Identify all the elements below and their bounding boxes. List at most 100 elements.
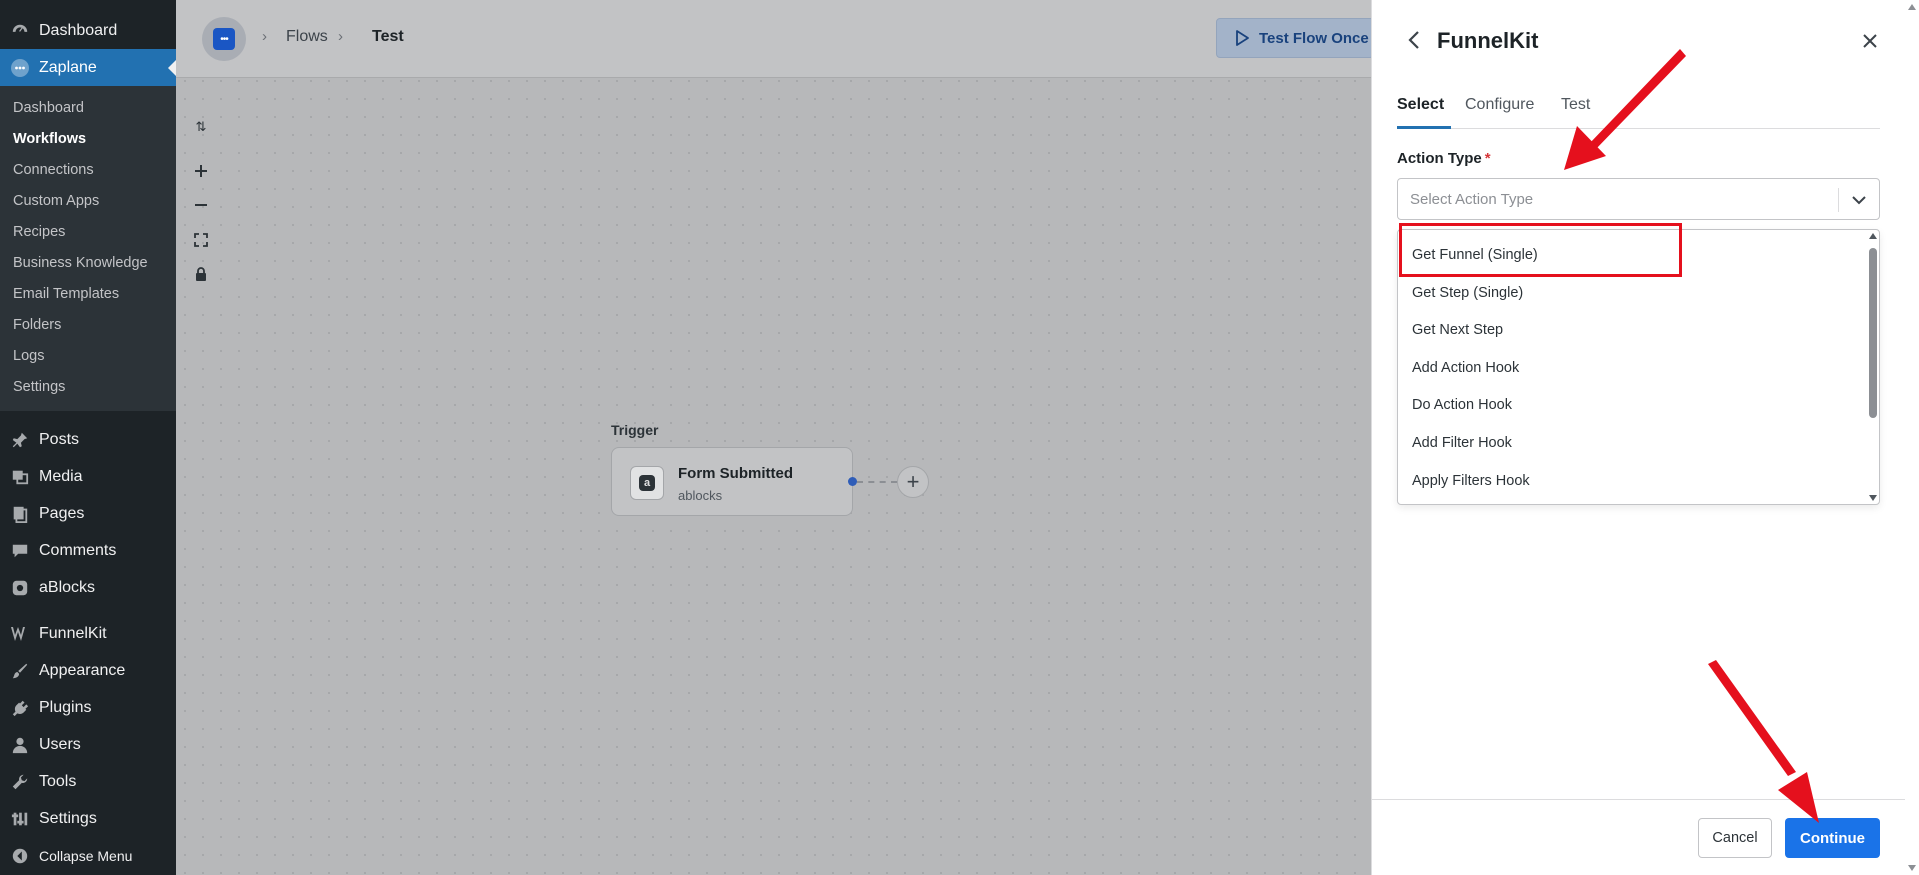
submenu-workflows[interactable]: Workflows bbox=[0, 124, 176, 155]
sidebar-item-label: Appearance bbox=[39, 661, 126, 679]
tab-configure[interactable]: Configure bbox=[1465, 96, 1534, 114]
option-apply-filters-hook[interactable]: Apply Filters Hook bbox=[1412, 473, 1530, 489]
app-logo[interactable]: ••• bbox=[202, 17, 246, 61]
breadcrumb-flows[interactable]: Flows bbox=[286, 28, 328, 46]
submenu-business-knowledge[interactable]: Business Knowledge bbox=[0, 248, 176, 279]
action-type-select[interactable]: Select Action Type bbox=[1397, 178, 1880, 220]
lock-icon[interactable] bbox=[190, 263, 212, 285]
sidebar-item-media[interactable]: Media bbox=[0, 458, 176, 495]
zaplane-logo-icon: ••• bbox=[213, 28, 235, 50]
annotation-highlight-box bbox=[1399, 223, 1682, 277]
pages-icon bbox=[9, 503, 31, 525]
scrollbar-thumb[interactable] bbox=[1869, 248, 1877, 418]
footer-divider bbox=[1372, 799, 1905, 800]
action-type-label: Action Type * bbox=[1397, 150, 1491, 167]
option-do-action-hook[interactable]: Do Action Hook bbox=[1412, 397, 1512, 413]
sidebar-item-pages[interactable]: Pages bbox=[0, 495, 176, 532]
sidebar-item-label: Plugins bbox=[39, 698, 92, 716]
sidebar-item-users[interactable]: Users bbox=[0, 726, 176, 763]
media-icon bbox=[9, 466, 31, 488]
scroll-down-arrow-icon[interactable] bbox=[1869, 495, 1877, 501]
sidebar-item-appearance[interactable]: Appearance bbox=[0, 652, 176, 689]
submenu-custom-apps[interactable]: Custom Apps bbox=[0, 186, 176, 217]
node-output-port[interactable] bbox=[848, 477, 857, 486]
action-type-placeholder: Select Action Type bbox=[1410, 191, 1534, 208]
zaplane-submenu: Dashboard Workflows Connections Custom A… bbox=[0, 86, 176, 411]
chevron-right-icon: › bbox=[338, 28, 343, 45]
drawer-tabs: Select Configure Test bbox=[1397, 90, 1880, 129]
sidebar-item-label: aBlocks bbox=[39, 578, 96, 596]
dropdown-scrollbar[interactable] bbox=[1867, 230, 1879, 504]
page-scrollbar[interactable] bbox=[1907, 0, 1919, 875]
submenu-folders[interactable]: Folders bbox=[0, 310, 176, 341]
test-flow-once-label: Test Flow Once bbox=[1259, 29, 1369, 47]
ablocks-icon bbox=[9, 577, 31, 599]
option-get-step-single[interactable]: Get Step (Single) bbox=[1412, 285, 1523, 301]
sidebar-item-comments[interactable]: Comments bbox=[0, 532, 176, 569]
zoom-in-icon[interactable] bbox=[190, 160, 212, 182]
option-get-next-step[interactable]: Get Next Step bbox=[1412, 322, 1503, 338]
add-step-button[interactable]: + bbox=[897, 466, 929, 498]
sort-icon[interactable]: ⇅ bbox=[190, 116, 212, 138]
chevron-down-icon[interactable] bbox=[1847, 188, 1871, 212]
back-arrow-icon[interactable] bbox=[1402, 28, 1426, 52]
node-title: Form Submitted bbox=[678, 465, 793, 482]
sidebar-item-label: Pages bbox=[39, 504, 85, 522]
required-marker: * bbox=[1484, 150, 1491, 167]
wrench-icon bbox=[9, 771, 31, 793]
continue-button[interactable]: Continue bbox=[1785, 818, 1880, 858]
flow-topbar: ••• › Flows › Test Test Flow Once bbox=[176, 0, 1374, 78]
sidebar-item-label: Collapse Menu bbox=[39, 847, 133, 864]
sidebar-item-ablocks[interactable]: aBlocks bbox=[0, 569, 176, 606]
sidebar-item-tools[interactable]: Tools bbox=[0, 763, 176, 800]
pin-icon bbox=[9, 429, 31, 451]
submenu-email-templates[interactable]: Email Templates bbox=[0, 279, 176, 310]
option-add-action-hook[interactable]: Add Action Hook bbox=[1412, 360, 1519, 376]
submenu-recipes[interactable]: Recipes bbox=[0, 217, 176, 248]
plug-icon bbox=[9, 697, 31, 719]
active-tab-indicator bbox=[1397, 126, 1451, 129]
fit-view-icon[interactable] bbox=[190, 229, 212, 251]
sidebar-item-label: Users bbox=[39, 735, 81, 753]
close-icon[interactable] bbox=[1857, 28, 1883, 54]
chevron-right-icon: › bbox=[262, 28, 267, 45]
sidebar-item-plugins[interactable]: Plugins bbox=[0, 689, 176, 726]
play-icon bbox=[1236, 30, 1249, 46]
trigger-label: Trigger bbox=[611, 422, 659, 438]
sidebar-item-label: Settings bbox=[39, 809, 97, 827]
flow-canvas[interactable]: ••• › Flows › Test Test Flow Once ⇅ Trig… bbox=[176, 0, 1374, 875]
submenu-dashboard[interactable]: Dashboard bbox=[0, 93, 176, 124]
select-divider bbox=[1838, 188, 1839, 212]
sidebar-item-dashboard[interactable]: Dashboard bbox=[0, 12, 176, 49]
trigger-node[interactable]: a Form Submitted ablocks bbox=[611, 447, 853, 516]
dashboard-icon bbox=[9, 20, 31, 42]
drawer-title: FunnelKit bbox=[1437, 28, 1539, 53]
option-add-filter-hook[interactable]: Add Filter Hook bbox=[1412, 435, 1512, 451]
sidebar-item-posts[interactable]: Posts bbox=[0, 421, 176, 458]
collapse-icon bbox=[9, 845, 31, 867]
breadcrumb-current: Test bbox=[372, 28, 404, 45]
sidebar-item-funnelkit[interactable]: FunnelKit bbox=[0, 615, 176, 652]
submenu-connections[interactable]: Connections bbox=[0, 155, 176, 186]
page-scroll-up-icon[interactable] bbox=[1908, 4, 1916, 10]
cancel-button[interactable]: Cancel bbox=[1698, 818, 1772, 858]
scroll-up-arrow-icon[interactable] bbox=[1869, 233, 1877, 239]
action-type-label-text: Action Type bbox=[1397, 150, 1482, 167]
sidebar-item-zaplane[interactable]: Zaplane bbox=[0, 49, 176, 86]
zoom-out-icon[interactable] bbox=[190, 194, 212, 216]
sidebar-item-collapse-menu[interactable]: Collapse Menu bbox=[0, 837, 176, 874]
sidebar-item-label: Comments bbox=[39, 541, 117, 559]
user-icon bbox=[9, 734, 31, 756]
node-subtitle: ablocks bbox=[678, 488, 723, 503]
sidebar-item-label: Media bbox=[39, 467, 83, 485]
sidebar-item-settings[interactable]: Settings bbox=[0, 800, 176, 837]
tab-select[interactable]: Select bbox=[1397, 96, 1444, 114]
submenu-logs[interactable]: Logs bbox=[0, 341, 176, 372]
submenu-settings[interactable]: Settings bbox=[0, 372, 176, 403]
page-scroll-down-icon[interactable] bbox=[1908, 865, 1916, 871]
brush-icon bbox=[9, 660, 31, 682]
settings-icon bbox=[9, 808, 31, 830]
node-connector-line bbox=[857, 481, 897, 483]
test-flow-once-button[interactable]: Test Flow Once bbox=[1216, 18, 1374, 58]
tab-test[interactable]: Test bbox=[1561, 96, 1590, 114]
